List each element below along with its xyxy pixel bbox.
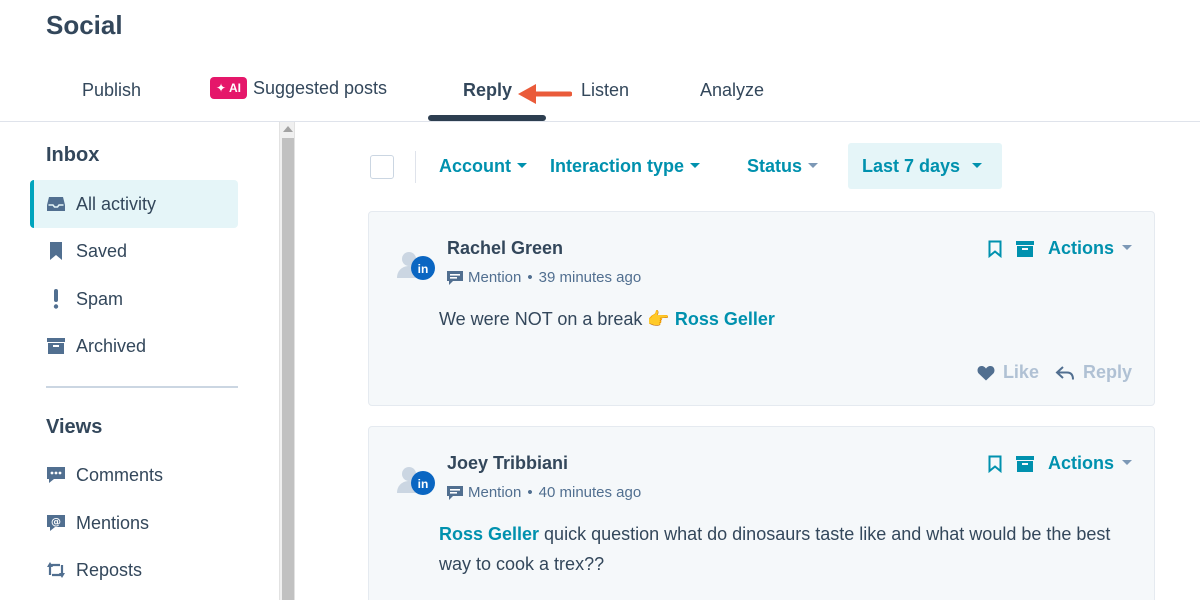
post-actions: Actions bbox=[974, 453, 1132, 474]
sidebar-item-label: Comments bbox=[76, 464, 164, 485]
tab-bar: Publish ✦ AI Suggested posts Reply Listen… bbox=[0, 60, 1200, 122]
chevron-down-icon bbox=[1122, 245, 1132, 250]
post-type: Mention bbox=[468, 269, 522, 286]
ai-badge: ✦ AI bbox=[210, 77, 247, 99]
comment-icon bbox=[46, 465, 66, 485]
sidebar-item-spam[interactable]: Spam bbox=[30, 275, 238, 323]
post-author[interactable]: Rachel Green bbox=[447, 238, 563, 259]
account-filter[interactable]: Account bbox=[439, 156, 527, 177]
inbox-icon bbox=[46, 194, 66, 214]
bookmark-icon bbox=[46, 241, 66, 261]
archive-icon bbox=[46, 336, 66, 356]
sidebar-item-label: Reposts bbox=[76, 559, 143, 580]
tab-analyze[interactable]: Analyze bbox=[700, 80, 764, 101]
sidebar-divider bbox=[46, 386, 238, 388]
tab-suggested-posts[interactable]: ✦ AI Suggested posts bbox=[210, 77, 387, 99]
like-button[interactable]: Like bbox=[977, 362, 1039, 383]
post-actions: Actions bbox=[974, 238, 1132, 259]
sidebar-item-mentions[interactable]: @ Mentions bbox=[30, 499, 238, 547]
status-filter[interactable]: Status bbox=[747, 156, 819, 177]
heart-icon bbox=[977, 365, 995, 380]
ai-badge-label: AI bbox=[228, 81, 241, 95]
like-label: Like bbox=[1002, 362, 1039, 382]
mention-bubble-icon bbox=[447, 485, 463, 500]
inbox-title: Inbox bbox=[46, 144, 100, 166]
bookmark-outline-icon[interactable] bbox=[988, 455, 1002, 473]
sidebar-item-comments[interactable]: Comments bbox=[30, 451, 238, 499]
reply-button[interactable]: Reply bbox=[1055, 362, 1132, 383]
actions-dropdown[interactable]: Actions bbox=[1048, 453, 1132, 474]
mention-bubble-icon bbox=[447, 270, 463, 285]
date-range-filter-text[interactable]: Last 7 days bbox=[862, 156, 983, 177]
repost-icon bbox=[46, 560, 66, 580]
meta-separator: • bbox=[527, 269, 533, 286]
sidebar-item-archived[interactable]: Archived bbox=[30, 322, 238, 370]
tab-publish[interactable]: Publish bbox=[82, 80, 141, 101]
interaction-type-filter[interactable]: Interaction type bbox=[550, 156, 701, 177]
actions-label: Actions bbox=[1047, 453, 1114, 473]
mention-link[interactable]: Ross Geller bbox=[675, 309, 775, 329]
filter-bar: Account Interaction type Status Last 7 d… bbox=[370, 143, 1010, 189]
post-message: We were NOT on a break 👉 Ross Geller bbox=[439, 304, 1119, 334]
post-time: 39 minutes ago bbox=[538, 269, 642, 286]
svg-text:in: in bbox=[418, 477, 429, 491]
avatar: in bbox=[397, 252, 435, 280]
post-type: Mention bbox=[468, 484, 522, 501]
chevron-down-icon bbox=[972, 163, 983, 168]
page-title: Social bbox=[46, 10, 123, 40]
avatar: in bbox=[397, 467, 435, 495]
sidebar-scrollbar[interactable] bbox=[279, 122, 295, 600]
post-message: Ross Geller quick question what do dinos… bbox=[439, 519, 1119, 579]
sidebar-item-label: All activity bbox=[76, 193, 157, 214]
svg-text:@: @ bbox=[51, 517, 61, 528]
post-meta: Mention • 40 minutes ago bbox=[447, 484, 641, 501]
archive-icon[interactable] bbox=[1015, 455, 1034, 472]
arrow-annotation-icon bbox=[518, 84, 572, 104]
sidebar-item-label: Mentions bbox=[76, 512, 150, 533]
meta-separator: • bbox=[527, 484, 533, 501]
sidebar: Inbox All activity Saved Spam Archived V… bbox=[0, 122, 280, 600]
filter-divider bbox=[415, 151, 416, 183]
post-author[interactable]: Joey Tribbiani bbox=[447, 453, 568, 474]
post-time: 40 minutes ago bbox=[538, 484, 642, 501]
date-range-label: Last 7 days bbox=[862, 156, 961, 176]
chevron-down-icon bbox=[517, 163, 527, 168]
status-filter-label: Status bbox=[747, 156, 803, 176]
scrollbar-thumb[interactable] bbox=[282, 138, 294, 600]
bookmark-outline-icon[interactable] bbox=[988, 240, 1002, 258]
actions-dropdown[interactable]: Actions bbox=[1048, 238, 1132, 259]
interaction-type-filter-label: Interaction type bbox=[550, 156, 685, 176]
post-card: in Joey Tribbiani Mention • 40 minutes a… bbox=[368, 426, 1155, 600]
select-all-checkbox[interactable] bbox=[370, 155, 394, 179]
active-tab-indicator bbox=[428, 115, 546, 121]
actions-label: Actions bbox=[1047, 238, 1114, 258]
account-filter-label: Account bbox=[439, 156, 511, 176]
archive-icon[interactable] bbox=[1015, 240, 1034, 257]
post-text: We were NOT on a break 👉 bbox=[439, 309, 675, 329]
mention-link[interactable]: Ross Geller bbox=[439, 524, 539, 544]
sidebar-item-label: Spam bbox=[76, 288, 124, 309]
post-footer-actions: Like Reply bbox=[961, 362, 1132, 383]
sidebar-item-label: Saved bbox=[76, 240, 128, 261]
views-title: Views bbox=[46, 416, 103, 438]
post-text-after: quick question what do dinosaurs taste l… bbox=[439, 524, 1111, 574]
reply-label: Reply bbox=[1082, 362, 1132, 382]
sidebar-item-saved[interactable]: Saved bbox=[30, 227, 238, 275]
tab-reply[interactable]: Reply bbox=[463, 80, 512, 101]
tab-suggested-posts-label: Suggested posts bbox=[252, 78, 388, 98]
chevron-down-icon bbox=[690, 163, 701, 168]
svg-text:in: in bbox=[418, 262, 429, 276]
tab-listen[interactable]: Listen bbox=[581, 80, 629, 101]
reply-arrow-icon bbox=[1055, 365, 1074, 380]
sidebar-item-reposts[interactable]: Reposts bbox=[30, 546, 238, 594]
sidebar-item-all-activity[interactable]: All activity bbox=[30, 180, 238, 228]
mention-icon: @ bbox=[46, 513, 66, 533]
chevron-down-icon bbox=[1122, 460, 1132, 465]
exclamation-icon bbox=[46, 289, 66, 309]
sidebar-item-label: Archived bbox=[76, 335, 147, 356]
scroll-up-arrow-icon[interactable] bbox=[283, 126, 293, 132]
post-card: in Rachel Green Mention • 39 minutes ago… bbox=[368, 211, 1155, 406]
post-meta: Mention • 39 minutes ago bbox=[447, 269, 641, 286]
chevron-down-icon bbox=[808, 163, 819, 168]
